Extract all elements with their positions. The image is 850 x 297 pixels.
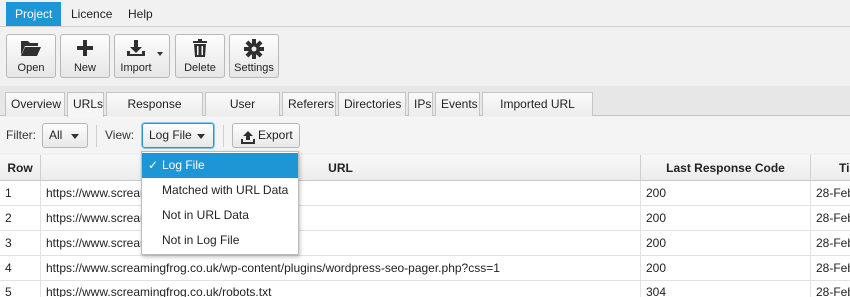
view-option-label: Not in Log File xyxy=(162,233,240,247)
tab-user-agents[interactable]: User Agents xyxy=(205,92,280,133)
view-label: View: xyxy=(105,128,135,142)
tab-bar: Overview URLs Response Codes User Agents… xyxy=(0,86,850,133)
tab-events[interactable]: Events xyxy=(435,92,480,116)
new-label: New xyxy=(73,62,96,74)
tab-overview[interactable]: Overview xyxy=(5,92,65,116)
cell-url: https://www.screamingfrog.co.uk/ xyxy=(41,206,641,230)
view-option-label: Matched with URL Data xyxy=(162,183,289,197)
new-button[interactable]: New xyxy=(60,34,110,78)
filter-value: All xyxy=(49,128,63,142)
menu-project[interactable]: Project xyxy=(6,2,62,26)
cell-url: https://www.screamingfrog.co.uk/robots.t… xyxy=(41,281,641,297)
chevron-down-icon xyxy=(71,134,79,139)
cell-code: 200 xyxy=(641,181,811,205)
tab-imported-url-data[interactable]: Imported URL Data xyxy=(482,92,593,133)
cell-time: 28-Feb xyxy=(816,186,850,200)
column-header-row[interactable]: Row xyxy=(0,155,41,181)
cell-time: 28-Feb xyxy=(816,236,850,250)
table-row[interactable]: 3 https://www.screamingfrog.co.uk/ 200 2… xyxy=(0,231,850,256)
cell-time: 28-Feb xyxy=(816,211,850,225)
cell-time: 28-Feb xyxy=(816,285,850,297)
chevron-down-icon xyxy=(157,52,163,56)
cell-code: 200 xyxy=(641,206,811,230)
cell-row: 2 xyxy=(0,206,41,230)
column-header-url[interactable]: URL xyxy=(41,155,641,181)
chevron-down-icon xyxy=(197,134,205,139)
cell-code: 304 xyxy=(641,281,811,297)
checkmark-icon: ✓ xyxy=(148,158,159,172)
cell-time: 28-Feb xyxy=(816,261,850,275)
table-header: Row URL Last Response Code Ti xyxy=(0,155,850,181)
view-select[interactable]: Log File xyxy=(142,123,214,148)
tab-referers[interactable]: Referers xyxy=(282,92,336,116)
download-icon xyxy=(115,39,157,59)
view-value: Log File xyxy=(149,128,192,142)
tab-response-codes[interactable]: Response Codes xyxy=(106,92,203,133)
filter-label: Filter: xyxy=(6,128,36,142)
cell-url: https://www.screamingfrog.co.uk/ xyxy=(41,181,641,205)
urls-table: Row URL Last Response Code Ti 1 https://… xyxy=(0,155,850,297)
cell-row: 5 xyxy=(0,281,41,297)
trash-icon xyxy=(176,39,224,59)
settings-label: Settings xyxy=(234,62,274,74)
view-option-matched-with-url-data[interactable]: Matched with URL Data xyxy=(142,178,298,203)
tab-ips[interactable]: IPs xyxy=(408,92,433,116)
table-row[interactable]: 5 https://www.screamingfrog.co.uk/robots… xyxy=(0,281,850,297)
table-row[interactable]: 4 https://www.screamingfrog.co.uk/wp-con… xyxy=(0,256,850,281)
divider xyxy=(223,125,224,147)
menu-licence[interactable]: Licence xyxy=(62,2,121,26)
cell-row: 3 xyxy=(0,231,41,255)
menu-help[interactable]: Help xyxy=(119,2,162,26)
view-option-log-file[interactable]: ✓ Log File xyxy=(142,153,298,178)
view-option-label: Not in URL Data xyxy=(162,208,249,222)
cell-row: 1 xyxy=(0,181,41,205)
column-header-last-response-code[interactable]: Last Response Code xyxy=(641,155,811,181)
import-button[interactable]: Import xyxy=(114,34,170,78)
plus-icon xyxy=(61,39,109,59)
toolbar: Open New Import Delete Settings xyxy=(0,28,850,86)
export-button[interactable]: Export xyxy=(232,123,300,148)
open-button[interactable]: Open xyxy=(6,34,56,78)
delete-label: Delete xyxy=(184,62,216,74)
tab-directories[interactable]: Directories xyxy=(338,92,406,116)
gear-icon xyxy=(230,39,278,59)
cell-code: 200 xyxy=(641,231,811,255)
column-header-time[interactable]: Ti xyxy=(811,155,850,181)
cell-code: 200 xyxy=(641,256,811,280)
view-dropdown-menu: ✓ Log File Matched with URL Data Not in … xyxy=(141,151,299,255)
table-row[interactable]: 2 https://www.screamingfrog.co.uk/ 200 2… xyxy=(0,206,850,231)
view-option-not-in-url-data[interactable]: Not in URL Data xyxy=(142,203,298,228)
cell-url: https://www.screamingfrog.co.uk/wp-conte… xyxy=(41,256,641,280)
view-option-not-in-log-file[interactable]: Not in Log File xyxy=(142,228,298,253)
import-label: Import xyxy=(120,62,152,74)
view-option-label: Log File xyxy=(162,158,205,172)
tab-urls[interactable]: URLs xyxy=(67,92,104,117)
cell-url: https://www.screamingfrog.co.uk/ xyxy=(41,231,641,255)
folder-open-icon xyxy=(7,39,55,59)
export-label: Export xyxy=(258,128,293,142)
upload-icon xyxy=(241,129,255,152)
menu-bar: Project Licence Help xyxy=(0,0,850,27)
open-label: Open xyxy=(17,62,45,74)
cell-row: 4 xyxy=(0,256,41,280)
table-row[interactable]: 1 https://www.screamingfrog.co.uk/ 200 2… xyxy=(0,181,850,206)
filter-bar: Filter: All View: Log File Export xyxy=(0,117,850,153)
filter-select[interactable]: All xyxy=(42,123,88,148)
settings-button[interactable]: Settings xyxy=(229,34,279,78)
delete-button[interactable]: Delete xyxy=(175,34,225,78)
divider xyxy=(96,125,97,147)
